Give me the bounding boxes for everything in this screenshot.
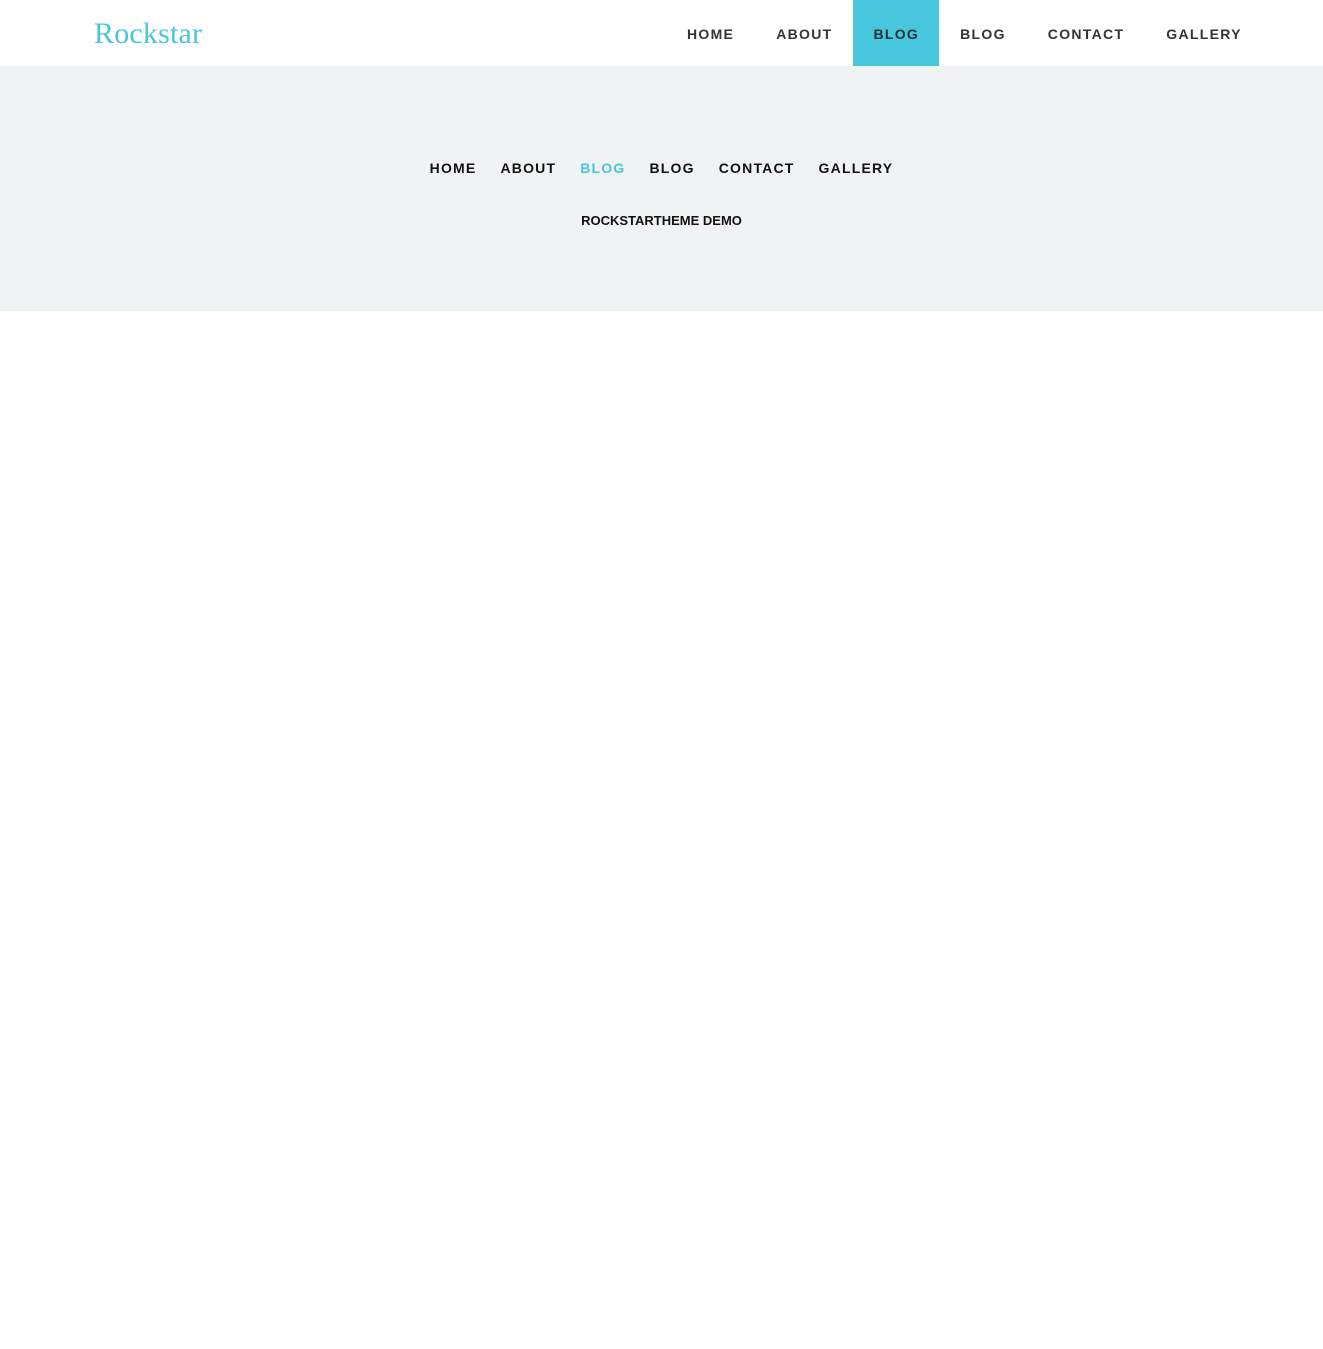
main-nav: HOME ABOUT BLOG BLOG CONTACT GALLERY [666,0,1263,66]
nav-item-blog[interactable]: BLOG [939,0,1027,66]
banner-nav-item-about[interactable]: ABOUT [500,159,556,177]
banner-nav-item-gallery[interactable]: GALLERY [819,159,894,177]
page-title: ROCKSTARTHEME DEMO [581,213,742,228]
nav-item-about[interactable]: ABOUT [755,0,853,66]
nav-item-gallery[interactable]: GALLERY [1145,0,1262,66]
banner-nav: HOME ABOUT BLOG BLOG CONTACT GALLERY [0,159,1323,177]
nav-item-blog-active[interactable]: BLOG [853,0,940,66]
page-banner: HOME ABOUT BLOG BLOG CONTACT GALLERY ROC… [0,66,1323,311]
nav-item-home[interactable]: HOME [666,0,755,66]
banner-nav-item-blog-active[interactable]: BLOG [580,159,625,177]
banner-nav-item-blog[interactable]: BLOG [650,159,695,177]
site-logo[interactable]: Rockstar [94,14,202,54]
site-header: Rockstar HOME ABOUT BLOG BLOG CONTACT GA… [0,0,1323,66]
banner-nav-item-home[interactable]: HOME [430,159,477,177]
nav-item-contact[interactable]: CONTACT [1027,0,1146,66]
banner-nav-item-contact[interactable]: CONTACT [719,159,795,177]
